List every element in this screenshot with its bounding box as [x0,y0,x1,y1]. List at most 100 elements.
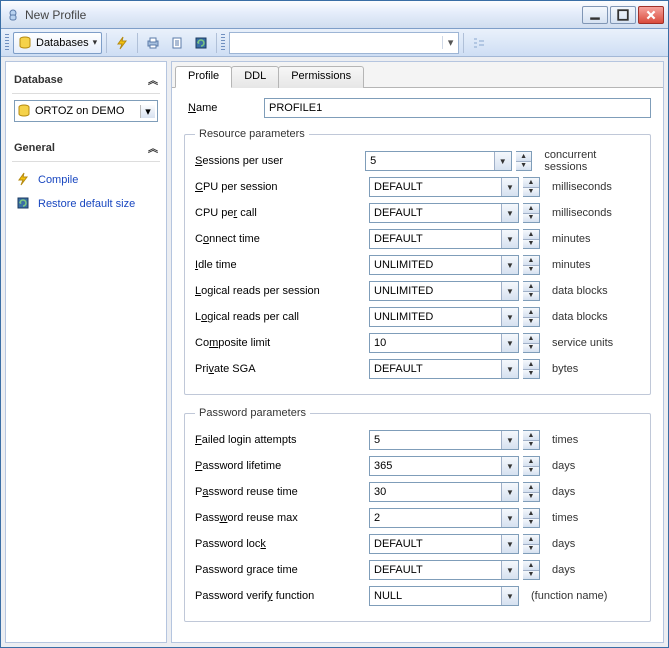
dropdown-arrow-icon[interactable]: ▼ [501,256,518,274]
dropdown-arrow-icon[interactable]: ▼ [494,152,511,170]
password-grace-time-combo[interactable]: DEFAULT▼ [369,560,519,580]
dropdown-arrow-icon[interactable]: ▼ [501,178,518,196]
password-lock-spinner[interactable]: ▲▼ [523,534,540,554]
password-reuse-max-spinner[interactable]: ▲▼ [523,508,540,528]
close-button[interactable] [638,6,664,24]
composite-limit-combo[interactable]: 10▼ [369,333,519,353]
spinner-down-icon[interactable]: ▼ [523,188,539,197]
failed-login-attempts-spinner[interactable]: ▲▼ [523,430,540,450]
spinner-down-icon[interactable]: ▼ [523,370,539,379]
dropdown-arrow-icon[interactable]: ▼ [501,483,518,501]
spinner-down-icon[interactable]: ▼ [523,545,539,554]
failed-login-attempts-combo[interactable]: 5▼ [369,430,519,450]
dropdown-arrow-icon[interactable]: ▼ [501,334,518,352]
compile-button[interactable] [111,32,133,54]
dropdown-arrow-icon[interactable]: ▼ [501,509,518,527]
cpu-per-call-spinner[interactable]: ▲▼ [523,203,540,223]
search-dropdown-arrow[interactable]: ▾ [442,36,458,49]
minimize-button[interactable] [582,6,608,24]
tree-filter-button[interactable] [468,32,490,54]
compile-link[interactable]: Compile [14,168,158,192]
spinner-down-icon[interactable]: ▼ [523,292,539,301]
dropdown-arrow-icon[interactable]: ▼ [501,587,518,605]
password-reuse-time-spinner[interactable]: ▲▼ [523,482,540,502]
spinner-down-icon[interactable]: ▼ [523,571,539,580]
spinner-up-icon[interactable]: ▲ [523,178,539,188]
restore-size-button[interactable] [190,32,212,54]
spinner-down-icon[interactable]: ▼ [523,344,539,353]
logical-reads-call-combo[interactable]: UNLIMITED▼ [369,307,519,327]
spinner-down-icon[interactable]: ▼ [523,441,539,450]
spinner-down-icon[interactable]: ▼ [523,493,539,502]
cpu-per-session-spinner[interactable]: ▲▼ [523,177,540,197]
databases-dropdown[interactable]: Databases ▾ [13,32,102,54]
spinner-up-icon[interactable]: ▲ [523,334,539,344]
cpu-per-call-combo[interactable]: DEFAULT▼ [369,203,519,223]
dropdown-arrow-icon[interactable]: ▼ [501,431,518,449]
password-reuse-time-combo[interactable]: 30▼ [369,482,519,502]
spinner-up-icon[interactable]: ▲ [523,360,539,370]
spinner-up-icon[interactable]: ▲ [523,457,539,467]
toolbar-handle-2[interactable] [221,34,225,52]
spinner-up-icon[interactable]: ▲ [523,509,539,519]
logical-reads-session-combo[interactable]: UNLIMITED▼ [369,281,519,301]
spinner-up-icon[interactable]: ▲ [523,204,539,214]
dropdown-arrow-icon[interactable]: ▼ [501,457,518,475]
spinner-down-icon[interactable]: ▼ [523,214,539,223]
password-reuse-max-combo[interactable]: 2▼ [369,508,519,528]
dropdown-arrow-icon[interactable]: ▼ [501,308,518,326]
password-verify-function-combo[interactable]: NULL▼ [369,586,519,606]
profile-name-input[interactable] [264,98,651,118]
logical-reads-session-spinner[interactable]: ▲▼ [523,281,540,301]
idle-time-spinner[interactable]: ▲▼ [523,255,540,275]
spinner-down-icon[interactable]: ▼ [523,266,539,275]
spinner-up-icon[interactable]: ▲ [516,152,532,162]
spinner-up-icon[interactable]: ▲ [523,308,539,318]
spinner-up-icon[interactable]: ▲ [523,431,539,441]
spinner-up-icon[interactable]: ▲ [523,483,539,493]
sessions-per-user-spinner[interactable]: ▲▼ [516,151,533,171]
collapse-database-icon[interactable]: ︽ [148,72,158,87]
maximize-button[interactable] [610,6,636,24]
spinner-down-icon[interactable]: ▼ [523,240,539,249]
dropdown-arrow-icon[interactable]: ▼ [501,230,518,248]
spinner-down-icon[interactable]: ▼ [516,162,532,171]
doc-button[interactable] [166,32,188,54]
spinner-up-icon[interactable]: ▲ [523,282,539,292]
idle-time-combo[interactable]: UNLIMITED▼ [369,255,519,275]
connect-time-spinner[interactable]: ▲▼ [523,229,540,249]
spinner-up-icon[interactable]: ▲ [523,561,539,571]
toolbar-handle[interactable] [5,34,9,52]
logical-reads-call-spinner[interactable]: ▲▼ [523,307,540,327]
print-button[interactable] [142,32,164,54]
tab-ddl[interactable]: DDL [231,66,279,88]
spinner-up-icon[interactable]: ▲ [523,256,539,266]
dropdown-arrow-icon[interactable]: ▼ [501,561,518,579]
dropdown-arrow-icon[interactable]: ▾ [140,105,155,118]
spinner-up-icon[interactable]: ▲ [523,230,539,240]
database-selector[interactable]: ORTOZ on DEMO ▾ [14,100,158,122]
search-input[interactable] [230,37,442,49]
connect-time-combo[interactable]: DEFAULT▼ [369,229,519,249]
search-combo[interactable]: ▾ [229,32,459,54]
restore-size-link[interactable]: Restore default size [14,192,158,216]
private-sga-spinner[interactable]: ▲▼ [523,359,540,379]
private-sga-combo[interactable]: DEFAULT▼ [369,359,519,379]
spinner-up-icon[interactable]: ▲ [523,535,539,545]
dropdown-arrow-icon[interactable]: ▼ [501,204,518,222]
spinner-down-icon[interactable]: ▼ [523,318,539,327]
password-lock-combo[interactable]: DEFAULT▼ [369,534,519,554]
cpu-per-session-combo[interactable]: DEFAULT▼ [369,177,519,197]
password-lifetime-spinner[interactable]: ▲▼ [523,456,540,476]
sessions-per-user-combo[interactable]: 5▼ [365,151,512,171]
dropdown-arrow-icon[interactable]: ▼ [501,360,518,378]
dropdown-arrow-icon[interactable]: ▼ [501,535,518,553]
tab-permissions[interactable]: Permissions [278,66,364,88]
dropdown-arrow-icon[interactable]: ▼ [501,282,518,300]
spinner-down-icon[interactable]: ▼ [523,467,539,476]
collapse-general-icon[interactable]: ︽ [148,140,158,155]
password-grace-time-spinner[interactable]: ▲▼ [523,560,540,580]
composite-limit-spinner[interactable]: ▲▼ [523,333,540,353]
spinner-down-icon[interactable]: ▼ [523,519,539,528]
tab-profile[interactable]: Profile [175,66,232,88]
